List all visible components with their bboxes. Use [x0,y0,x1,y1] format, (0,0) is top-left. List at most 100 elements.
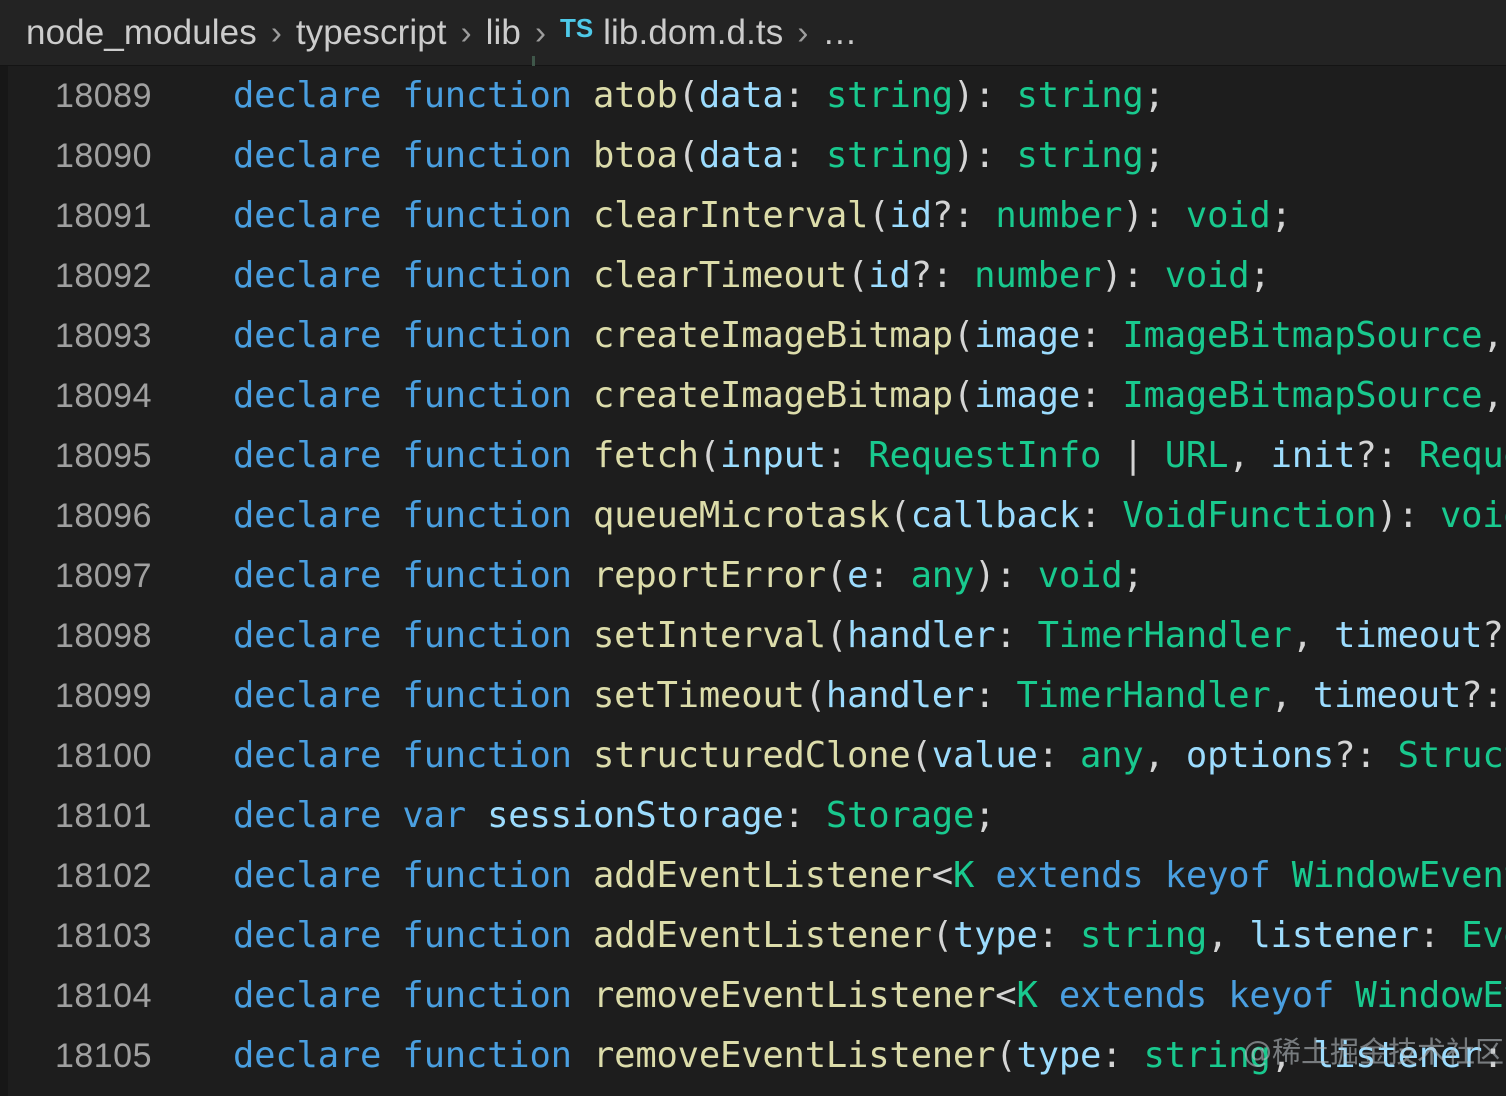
token-keyword: function [402,435,572,476]
code-line[interactable]: 18103 declare function addEventListener(t… [0,906,1506,966]
line-number: 18096 [54,497,152,535]
token-keyword: declare [233,495,382,536]
line-code-text[interactable]: declare function clearTimeout(id?: numbe… [233,246,1271,306]
code-line[interactable]: 18095 declare function fetch(input: Reque… [0,426,1506,486]
code-line[interactable]: 18089 declare function atob(data: string)… [0,66,1506,126]
breadcrumb-item-typescript[interactable]: typescript [296,13,447,53]
token-keyword: declare [233,555,382,596]
token-punctuation: , [1291,615,1335,656]
token-punctuation [572,135,593,176]
code-line[interactable]: 18105 declare function removeEventListene… [0,1026,1506,1086]
line-code-text[interactable]: declare function fetch(input: RequestInf… [233,426,1506,486]
token-punctuation [1038,975,1059,1016]
line-code-text[interactable]: declare function removeEventListener(typ… [233,1026,1506,1086]
token-punctuation [572,495,593,536]
line-code-text[interactable]: declare function createImageBitmap(image… [233,366,1506,426]
token-punctuation [572,555,593,596]
code-line[interactable]: 18099 declare function setTimeout(handler… [0,666,1506,726]
line-code-text[interactable]: declare function structuredClone(value: … [233,726,1506,786]
line-code-text[interactable]: declare var sessionStorage: Storage; [233,786,996,846]
breadcrumb-overflow-ellipsis[interactable]: … [822,13,857,53]
token-punctuation: : [868,555,911,596]
line-number: 18099 [54,677,152,715]
token-keyword: declare [233,195,382,236]
token-punctuation: ( [825,615,848,656]
token-parameter: id [868,255,911,296]
token-type: WindowEventMap [1355,975,1506,1016]
code-line[interactable]: 18094 declare function createImageBitmap(… [0,366,1506,426]
code-line[interactable]: 18104 declare function removeEventListene… [0,966,1506,1026]
token-parameter: data [698,135,784,176]
code-line[interactable]: 18097 declare function reportError(e: any… [0,546,1506,606]
line-code-text[interactable]: declare function setInterval(handler: Ti… [233,606,1506,666]
token-punctuation: ; [1143,135,1165,176]
token-punctuation: : [995,615,1038,656]
token-punctuation: ): [1376,495,1440,536]
line-code-text[interactable]: declare function atob(data: string): str… [233,66,1165,126]
token-keyword: function [402,195,572,236]
token-parameter: input [720,435,826,476]
token-punctuation [381,735,402,776]
token-punctuation: , [1143,735,1186,776]
token-type: TimerHandler [1016,675,1271,716]
code-line[interactable]: 18096 declare function queueMicrotask(cal… [0,486,1506,546]
token-type: StructuredSerializeOptions [1397,735,1506,776]
token-punctuation [381,1035,402,1076]
token-punctuation: ; [1249,255,1271,296]
code-line[interactable]: 18100 declare function structuredClone(va… [0,726,1506,786]
token-punctuation [381,855,402,896]
token-type: string [1016,75,1144,116]
breadcrumb-item-lib[interactable]: lib [486,13,521,53]
breadcrumb-item-lib-dom-d-ts[interactable]: lib.dom.d.ts [603,13,783,53]
token-type: ImageBitmapSource [1122,375,1483,416]
token-type: string [825,135,953,176]
line-code-text[interactable]: declare function setTimeout(handler: Tim… [233,666,1506,726]
line-code-text[interactable]: declare function reportError(e: any): vo… [233,546,1144,606]
code-content-area[interactable]: 18089 declare function atob(data: string)… [0,66,1506,1096]
code-line[interactable]: 18092 declare function clearTimeout(id?: … [0,246,1506,306]
token-keyword: declare [233,675,382,716]
token-type: any [910,555,975,596]
token-keyword: declare [233,795,382,836]
line-code-text[interactable]: declare function removeEventListener<K e… [233,966,1506,1026]
token-keyword: function [402,555,572,596]
token-punctuation: ): [952,135,1017,176]
token-punctuation [1271,855,1292,896]
token-punctuation: : [1037,735,1080,776]
token-type: void [1185,195,1271,236]
token-punctuation [381,375,402,416]
breadcrumb-item-node-modules[interactable]: node_modules [26,13,257,53]
line-code-text[interactable]: declare function addEventListener<K exte… [233,846,1506,906]
line-code-text[interactable]: declare function btoa(data: string): str… [233,126,1165,186]
code-line[interactable]: 18091 declare function clearInterval(id?:… [0,186,1506,246]
breadcrumb[interactable]: node_modules › typescript › lib › TS lib.dom.d.… [0,0,1506,66]
line-code-text[interactable]: declare function createImageBitmap(image… [233,306,1506,366]
token-keyword: keyof [1164,855,1271,896]
line-code-text[interactable]: declare function clearInterval(id?: numb… [233,186,1292,246]
code-line[interactable]: 18098 declare function setInterval(handle… [0,606,1506,666]
token-keyword: function [402,495,572,536]
code-line[interactable]: 18090 declare function btoa(data: string)… [0,126,1506,186]
token-function-name: reportError [592,555,826,596]
line-code-text[interactable]: declare function addEventListener(type: … [233,906,1506,966]
token-punctuation [381,795,402,836]
token-punctuation: < [995,975,1017,1016]
token-keyword: function [402,975,572,1016]
breadcrumb-separator-icon: › [460,13,472,51]
token-function-name: addEventListener [592,855,932,896]
breadcrumb-separator-icon: › [797,13,809,51]
token-keyword: extends [1058,975,1208,1016]
token-punctuation [381,675,402,716]
code-line[interactable]: 18101 declare var sessionStorage: Storage… [0,786,1506,846]
token-type: string [1016,135,1144,176]
code-line[interactable]: 18102 declare function addEventListener<K… [0,846,1506,906]
line-code-text[interactable]: declare function queueMicrotask(callback… [233,486,1506,546]
token-punctuation: ?: [931,195,996,236]
token-type: void [1037,555,1123,596]
code-line[interactable]: 18093 declare function createImageBitmap(… [0,306,1506,366]
token-punctuation [1207,975,1228,1016]
line-number: 18093 [54,317,152,355]
line-number: 18097 [54,557,152,595]
token-punctuation: ( [677,135,699,176]
token-punctuation: ( [931,915,953,956]
